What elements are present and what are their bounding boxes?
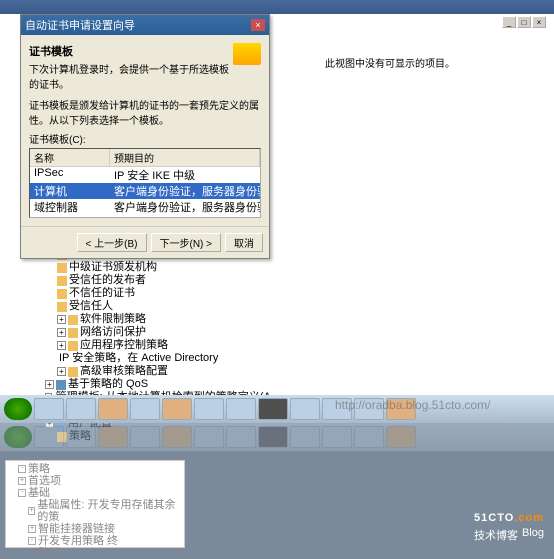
empty-view-message: 此视图中没有可显示的项目。	[325, 55, 455, 70]
column-purpose[interactable]: 预期目的	[110, 149, 260, 166]
tree-node[interactable]: -策略	[8, 463, 182, 475]
certificate-icon	[233, 43, 261, 65]
list-item[interactable]: 域控制器 客户端身份验证，服务器身份验证	[30, 199, 260, 215]
tree-node[interactable]: +基础属性: 开发专用存储其余的策	[8, 499, 182, 523]
cert-wizard-dialog: 自动证书申请设置向导 × 证书模板 下次计算机登录时，会提供一个基于所选模板的证…	[20, 14, 270, 259]
cancel-button[interactable]: 取消	[225, 233, 263, 252]
dialog-heading: 证书模板	[29, 43, 233, 59]
dialog-close-icon[interactable]: ×	[251, 19, 265, 31]
template-listbox[interactable]: 名称 预期目的 IPSec IP 安全 IKE 中级 计算机 客户端身份验证，服…	[29, 148, 261, 218]
list-item[interactable]: IPSec IP 安全 IKE 中级	[30, 167, 260, 183]
tree-node[interactable]: 受信任的发布者	[45, 274, 205, 287]
list-label: 证书模板(C):	[29, 131, 261, 146]
taskbar-button[interactable]	[290, 398, 320, 420]
watermark-text: http://oradba.blog.51cto.com/	[335, 398, 490, 412]
start-button[interactable]	[4, 398, 32, 420]
tree-node[interactable]: 中级证书颁发机构	[45, 261, 205, 274]
dialog-title: 自动证书申请设置向导	[25, 17, 135, 33]
tree-node[interactable]: +首选项	[8, 475, 182, 487]
tree-node[interactable]: 不信任的证书	[45, 287, 205, 300]
close-button[interactable]: ×	[532, 16, 546, 28]
taskbar-button[interactable]	[130, 398, 160, 420]
next-button[interactable]: 下一步(N) >	[151, 233, 222, 252]
site-logo: 51CTO.com 技术博客Blog	[474, 501, 544, 543]
taskbar-button[interactable]	[226, 398, 256, 420]
tree-node[interactable]: +软件限制策略	[45, 313, 205, 326]
bottom-tree[interactable]: -策略 +首选项 -基础 +基础属性: 开发专用存储其余的策 +智能挂接器链接 …	[5, 460, 185, 548]
tree-node[interactable]: IP 安全策略，在 Active Directory	[45, 352, 205, 365]
list-item[interactable]: 计算机 客户端身份验证，服务器身份验证	[30, 183, 260, 199]
tree-node[interactable]: +网络访问保护	[45, 326, 205, 339]
list-item[interactable]: 注册代理(计算机) 证书申请代理	[30, 215, 260, 218]
taskbar-button[interactable]	[34, 398, 64, 420]
taskbar-button[interactable]	[162, 398, 192, 420]
column-name[interactable]: 名称	[30, 149, 110, 166]
taskbar-button[interactable]	[258, 398, 288, 420]
maximize-button[interactable]: □	[517, 16, 531, 28]
taskbar-button[interactable]	[66, 398, 96, 420]
main-titlebar	[0, 0, 554, 14]
tree-node[interactable]: +智能挂接器链接	[8, 523, 182, 535]
taskbar-button[interactable]	[98, 398, 128, 420]
dialog-description: 证书模板是颁发给计算机的证书的一套预先定义的属性。从以下列表选择一个模板。	[29, 97, 261, 127]
tree-node[interactable]: -基础	[8, 487, 182, 499]
back-button[interactable]: < 上一步(B)	[77, 233, 147, 252]
tree-node[interactable]: +基于策略的 QoS	[45, 378, 205, 391]
tree-node[interactable]: -开发专用策略 终	[8, 535, 182, 547]
minimize-button[interactable]: _	[502, 16, 516, 28]
tree-node[interactable]: 受信任人	[45, 300, 205, 313]
tree-node[interactable]: +高级审核策略配置	[45, 365, 205, 378]
taskbar-button[interactable]	[194, 398, 224, 420]
tree-node[interactable]: 秒切	[8, 547, 182, 559]
tree-node[interactable]: +应用程序控制策略	[45, 339, 205, 352]
dialog-subheading: 下次计算机登录时，会提供一个基于所选模板的证书。	[29, 61, 233, 91]
